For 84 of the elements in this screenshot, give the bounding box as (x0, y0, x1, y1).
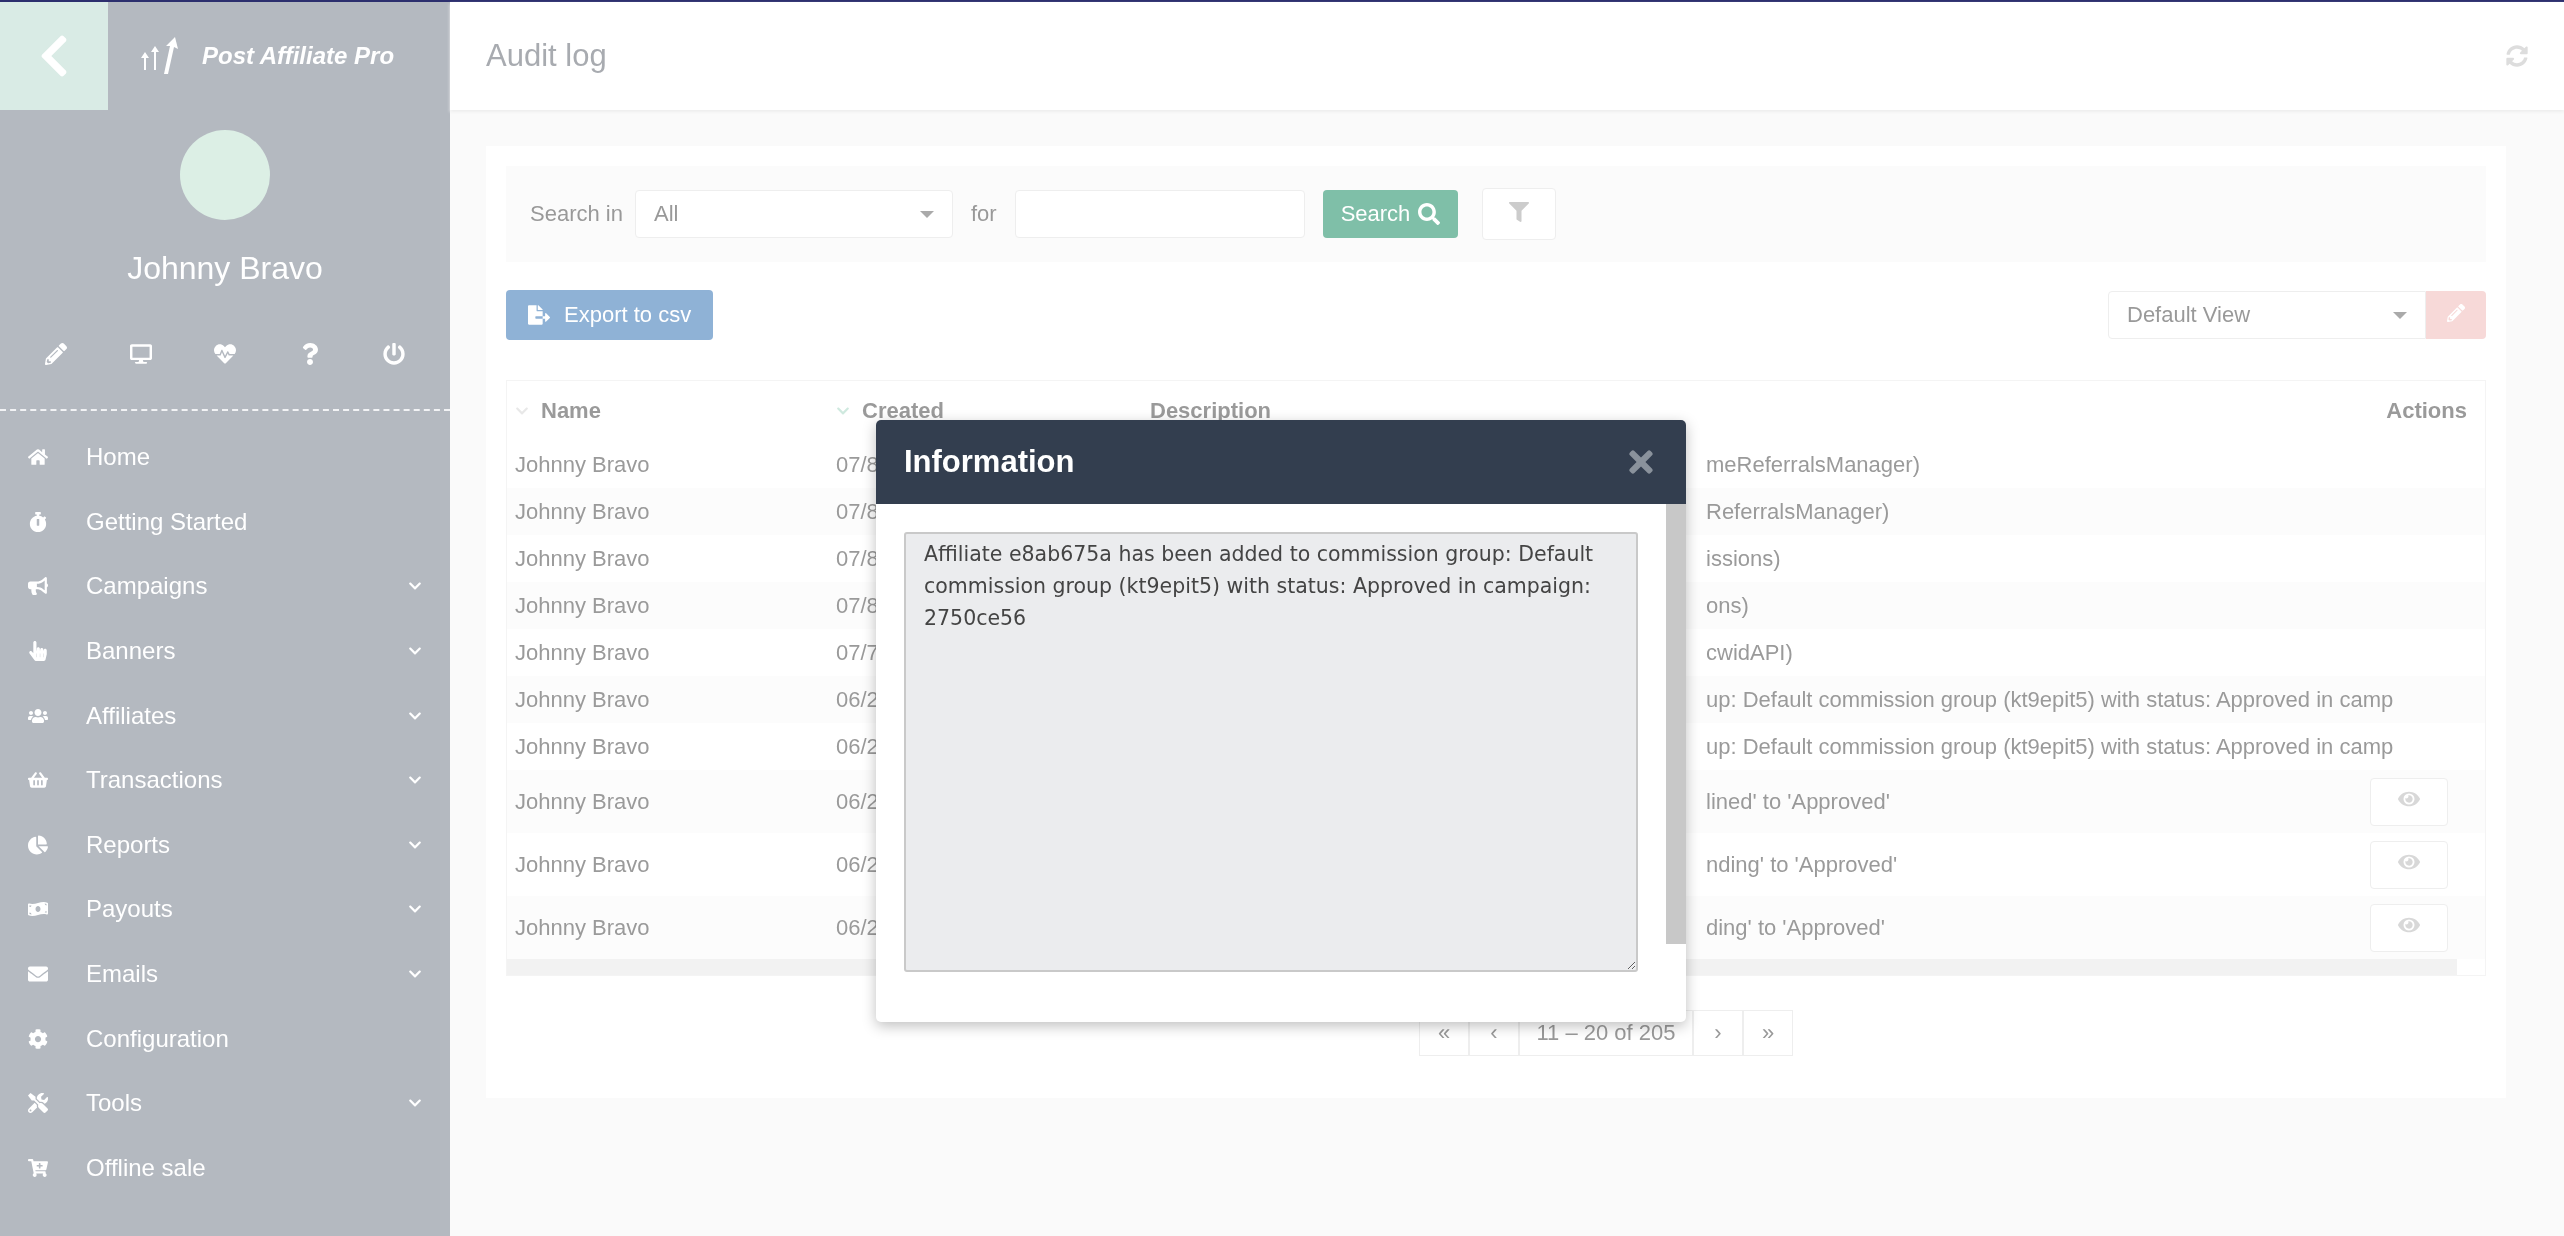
table-cell: 06/2 (836, 686, 879, 713)
scope-select[interactable]: All (634, 190, 953, 238)
table-cell: Johnny Bravo (515, 451, 650, 478)
monitor-icon[interactable] (129, 343, 152, 365)
megaphone-icon (28, 576, 48, 597)
search-in-label: Search in (530, 201, 623, 227)
table-cell: Johnny Bravo (515, 733, 650, 760)
user-name: Johnny Bravo (127, 250, 323, 287)
table-cell: up: Default commission group (kt9epit5) with status: Approved in camp (1706, 686, 2394, 713)
menu-item[interactable]: Getting Started (0, 489, 450, 555)
pie-chart-icon (28, 834, 48, 855)
search-button[interactable]: Search (1322, 190, 1459, 238)
menu-item[interactable]: Payouts (0, 877, 450, 942)
heartbeat-icon[interactable] (214, 343, 236, 365)
logo-text: Post Affiliate Pro (202, 42, 395, 70)
table-cell: Johnny Bravo (515, 639, 650, 666)
view-button[interactable] (2370, 840, 2448, 889)
filter-button[interactable] (1482, 188, 1557, 240)
table-cell: 06/2 (836, 914, 879, 941)
table-cell: Johnny Bravo (515, 851, 650, 878)
pointing-hand-icon (28, 641, 48, 662)
table-cell: Johnny Bravo (515, 592, 650, 619)
table-cell: ons) (1706, 592, 1749, 619)
column-header[interactable]: Actions (2370, 398, 2485, 424)
table-cell: ding' to 'Approved' (1706, 914, 1885, 941)
view-select[interactable]: Default View (2108, 291, 2426, 339)
table-cell: lined' to 'Approved' (1706, 788, 1890, 815)
view-button[interactable] (2370, 903, 2448, 952)
table-cell: ReferralsManager) (1706, 498, 1890, 525)
table-cell: Johnny Bravo (515, 788, 650, 815)
export-icon (528, 304, 550, 326)
logo-arrows-icon (140, 36, 180, 76)
caret-icon (2393, 311, 2407, 319)
dialog-title: Information (904, 444, 1075, 480)
table-cell: Johnny Bravo (515, 914, 650, 941)
menu-item[interactable]: Offline sale (0, 1135, 450, 1201)
gear-icon (28, 1028, 48, 1049)
column-header[interactable]: Created (828, 398, 1142, 424)
table-cell: 06/2 (836, 733, 879, 760)
pencil-icon (2447, 303, 2465, 322)
table-cell: 07/7 (836, 639, 879, 666)
menu-item[interactable]: Tools (0, 1070, 450, 1136)
table-cell: 06/2 (836, 851, 879, 878)
column-header[interactable]: Name (507, 398, 828, 424)
column-header[interactable]: Description (1142, 398, 2370, 424)
table-cell: meReferralsManager) (1706, 451, 1920, 478)
edit-icon[interactable] (45, 343, 67, 365)
menu-item[interactable]: Affiliates (0, 683, 450, 748)
table-cell: nding' to 'Approved' (1706, 851, 1898, 878)
menu-item[interactable]: Home (0, 425, 450, 490)
filter-icon (1509, 201, 1530, 222)
table-cell: 06/2 (836, 788, 879, 815)
menu-item[interactable]: Banners (0, 618, 450, 684)
last-page-button[interactable]: » (1743, 1010, 1793, 1056)
basket-icon (28, 770, 48, 791)
menu-item[interactable]: Emails (0, 941, 450, 1007)
table-cell: cwidAPI) (1706, 639, 1793, 666)
next-page-button[interactable]: › (1693, 1010, 1743, 1056)
power-icon[interactable] (383, 343, 405, 365)
scrollbar[interactable] (1666, 504, 1686, 944)
message-field[interactable]: Affiliate e8ab675a has been added to commission group: Default commission group (kt9epit5) with status: Approved in campaign: 2750ce56 (904, 532, 1638, 972)
menu-item[interactable]: Transactions (0, 747, 450, 813)
table-cell: Johnny Bravo (515, 686, 650, 713)
menu-item[interactable]: Campaigns (0, 554, 450, 619)
export-button[interactable]: Export to csv (506, 290, 714, 340)
caret-icon (919, 210, 934, 218)
table-cell: Johnny Bravo (515, 498, 650, 525)
edit-view-button[interactable] (2426, 291, 2486, 339)
cart-icon (28, 1157, 48, 1178)
table-cell: up: Default commission group (kt9epit5) with status: Approved in camp (1706, 733, 2394, 760)
refresh-icon[interactable] (2506, 45, 2528, 67)
tools-icon (28, 1093, 48, 1114)
back-button[interactable] (0, 2, 108, 110)
home-icon (28, 447, 48, 468)
stopwatch-icon (28, 511, 48, 532)
search-icon (1418, 203, 1441, 225)
table-cell: issions) (1706, 545, 1781, 572)
menu-item[interactable]: Reports (0, 812, 450, 878)
page-title: Audit log (486, 38, 607, 74)
for-label: for (970, 201, 997, 227)
table-cell: Johnny Bravo (515, 545, 650, 572)
menu-item[interactable]: Configuration (0, 1006, 450, 1071)
view-button[interactable] (2370, 777, 2448, 826)
envelope-icon (28, 964, 48, 985)
